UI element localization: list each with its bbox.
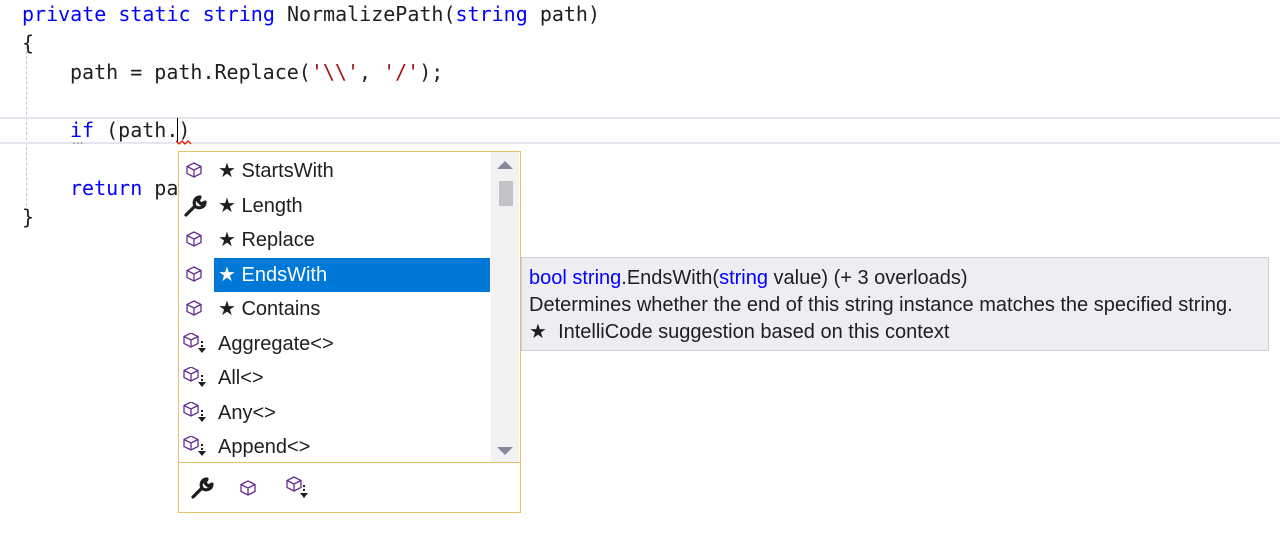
completion-item[interactable]: ★ Replace [179, 223, 490, 257]
error-squiggle [176, 140, 192, 145]
keyword-string: string [202, 2, 275, 26]
code-line-2: { [22, 29, 34, 58]
completion-scrollbar[interactable] [491, 152, 519, 462]
completion-item-label: Any<> [218, 401, 276, 424]
completion-item-label: ★ StartsWith [218, 160, 334, 182]
keyword-static: static [118, 2, 191, 26]
extension-method-icon [183, 400, 209, 424]
signature-param-type[interactable]: string [719, 267, 768, 289]
param-name: path) [539, 2, 601, 26]
extension-method-icon [183, 435, 209, 458]
property-filter-icon[interactable] [189, 475, 217, 501]
method-icon [183, 298, 209, 320]
code-line-4: if (path.) [70, 116, 190, 145]
code-editor[interactable]: private static string NormalizePath(stri… [0, 0, 600, 229]
intellicode-text: IntelliCode suggestion based on this con… [558, 321, 950, 343]
current-line-highlight [0, 117, 1280, 144]
comma: , [359, 60, 384, 84]
signature-class[interactable]: string [572, 267, 621, 289]
extension-method-icon [183, 366, 209, 389]
completion-item[interactable]: ★ StartsWith [179, 154, 490, 188]
completion-item[interactable]: Aggregate<> [179, 327, 490, 361]
suggestion-dots-hint: ... [72, 133, 84, 147]
completion-list[interactable]: ★ StartsWith ★ Length ★ Replace ★ EndsWith ★… [179, 152, 492, 462]
property-wrench-icon [183, 194, 209, 217]
completion-item-label: All<> [218, 367, 264, 389]
code-line-3: path = path.Replace('\\', '/'); [70, 58, 443, 87]
statement-end: ); [419, 60, 444, 84]
scroll-thumb[interactable] [499, 181, 513, 206]
tooltip-description: Determines whether the end of this strin… [529, 294, 1233, 316]
extension-method-icon [183, 331, 209, 355]
completion-item[interactable]: ★ Contains [179, 292, 490, 326]
string-literal-backslash: '\\' [310, 60, 359, 84]
completion-list-popup[interactable]: ★ StartsWith ★ Length ★ Replace ★ EndsWith ★… [178, 151, 521, 513]
completion-item[interactable]: ★ EndsWith [179, 257, 490, 292]
method-icon [183, 160, 209, 182]
completion-item-label: ★ Length [218, 194, 303, 217]
intellicode-star-icon: ★ [529, 321, 547, 343]
scroll-up-arrow-icon[interactable] [496, 158, 514, 172]
quick-info-tooltip: bool string.EndsWith(string value) (+ 3 … [521, 257, 1269, 351]
completion-item[interactable]: Any<> [179, 396, 490, 430]
replace-call: path = path.Replace( [70, 60, 311, 84]
tooltip-intellicode: ★ IntelliCode suggestion based on this c… [529, 319, 949, 345]
completion-item-label: ★ Contains [218, 298, 321, 320]
signature-return-type[interactable]: bool [529, 267, 567, 289]
open-brace: { [22, 31, 35, 55]
method-icon [183, 264, 209, 286]
keyword-private: private [22, 2, 107, 26]
completion-item[interactable]: All<> [179, 361, 490, 395]
close-brace: } [22, 205, 35, 229]
signature-rest: value) (+ 3 overloads) [768, 267, 968, 289]
completion-filter-bar [179, 463, 520, 512]
completion-item-label: ★ Replace [218, 229, 315, 251]
completion-item[interactable]: ★ Length [179, 189, 490, 223]
scroll-down-arrow-icon[interactable] [496, 444, 514, 458]
extension-method-filter-icon[interactable] [283, 475, 311, 501]
method-filter-icon[interactable] [235, 475, 263, 501]
method-icon [183, 229, 209, 251]
code-line-1: private static string NormalizePath(stri… [22, 0, 600, 29]
completion-item[interactable]: Append<> [179, 430, 490, 464]
completion-item-label: ★ EndsWith [214, 257, 490, 292]
tooltip-signature: bool string.EndsWith(string value) (+ 3 … [529, 265, 968, 291]
return-expression: pa [154, 176, 179, 200]
string-literal-slash: '/' [383, 60, 420, 84]
method-name: NormalizePath( [286, 2, 456, 26]
keyword-return: return [70, 176, 143, 200]
code-line-5: return pa [70, 174, 178, 203]
param-type: string [455, 2, 528, 26]
completion-item-label: Append<> [218, 436, 311, 458]
signature-method: .EndsWith( [621, 267, 720, 289]
code-line-6: } [22, 203, 34, 232]
completion-item-label: Aggregate<> [218, 332, 334, 355]
